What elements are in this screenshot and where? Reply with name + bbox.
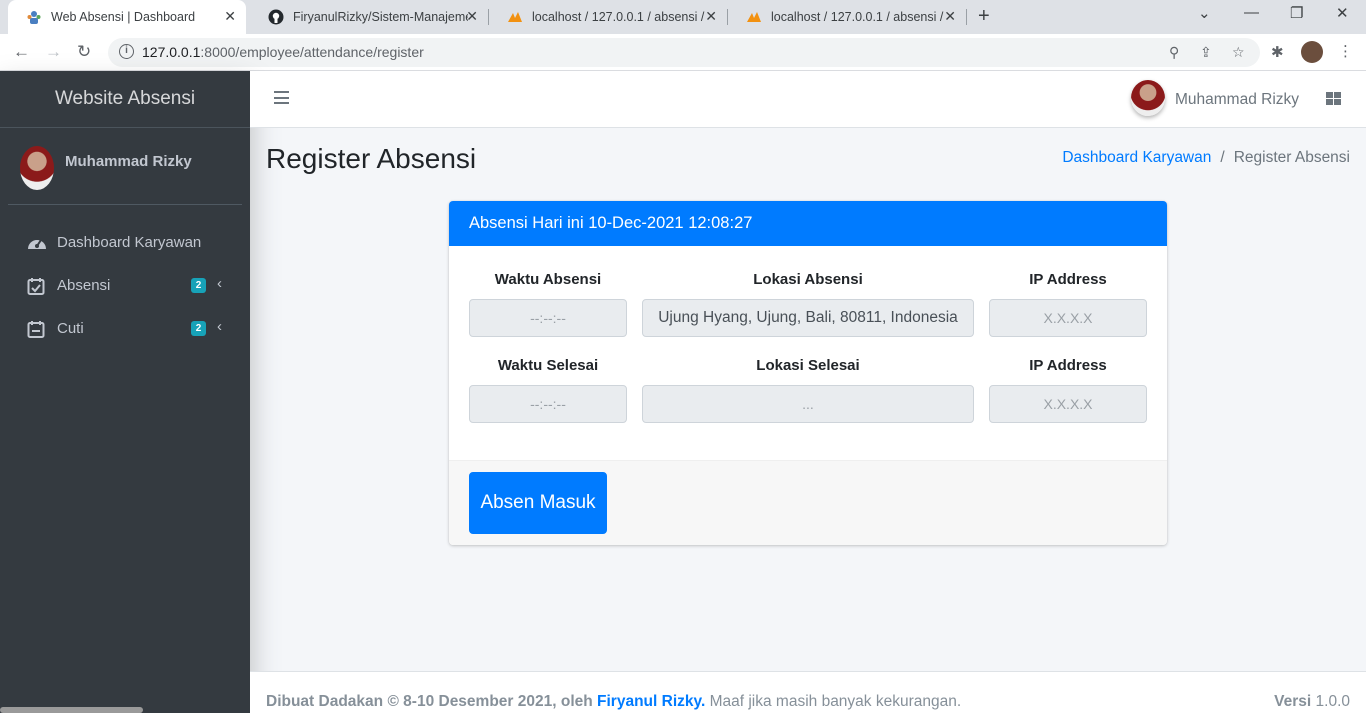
tab-web-absensi[interactable]: Web Absensi | Dashboard ✕ [8,0,246,34]
version-label: Versi [1274,693,1312,710]
chevron-left-icon: ‹ [217,275,222,292]
tab-title: localhost / 127.0.0.1 / absensi / e [771,10,946,24]
time-in-label: Waktu Absensi [494,271,602,288]
user-avatar[interactable] [20,146,54,190]
app-favicon-icon [26,9,42,25]
chevron-left-icon: ‹ [217,318,222,335]
close-tab-icon[interactable]: ✕ [705,8,717,25]
card-title: Absensi Hari ini 10-Dec-2021 12:08:27 [449,201,1167,246]
count-badge: 2 [191,278,206,293]
location-icon[interactable]: ⚲ [1169,44,1179,61]
close-tab-icon[interactable]: ✕ [466,8,478,25]
location-in-label: Lokasi Absensi [753,271,863,288]
ip-out-field: X.X.X.X [989,385,1147,423]
tab-title: FiryanulRizky/Sistem-Manajemen- [293,10,468,24]
hamburger-menu-icon[interactable] [274,91,289,104]
sidebar-item-label: Cuti [57,320,84,337]
breadcrumb: Dashboard Karyawan / Register Absensi [1062,149,1350,167]
tab-github[interactable]: FiryanulRizky/Sistem-Manajemen- ✕ [250,0,488,34]
ip-in-label: IP Address [1029,271,1107,288]
breadcrumb-separator: / [1220,149,1225,166]
new-tab-icon[interactable]: + [978,5,990,28]
count-badge: 2 [191,321,206,336]
user-name[interactable]: Muhammad Rizky [65,153,192,170]
tab-title: localhost / 127.0.0.1 / absensi / a [532,10,707,24]
sidebar-item-label: Dashboard Karyawan [57,234,202,251]
close-window-icon[interactable]: ✕ [1336,4,1349,22]
navbar-user-name[interactable]: Muhammad Rizky [1175,91,1299,109]
breadcrumb-current: Register Absensi [1233,149,1350,166]
grid-apps-icon[interactable] [1326,92,1341,106]
location-out-field: ... [642,385,974,423]
top-navbar: Muhammad Rizky [250,71,1366,128]
card-footer: Absen Masuk [449,460,1167,545]
absen-masuk-button[interactable]: Absen Masuk [469,472,607,534]
sidebar-item-dashboard[interactable]: Dashboard Karyawan [0,221,250,264]
horizontal-scrollbar[interactable] [0,707,143,713]
footer-version: Versi 1.0.0 [1274,693,1350,711]
time-out-field: --:--:-- [469,385,627,423]
footer-credits: Dibuat Dadakan © 8-10 Desember 2021, ole… [266,693,961,711]
reload-icon[interactable]: ↻ [77,42,91,62]
main-footer: Dibuat Dadakan © 8-10 Desember 2021, ole… [250,671,1366,713]
ip-out-label: IP Address [1029,357,1107,374]
back-icon[interactable]: ← [13,42,30,62]
phpmyadmin-icon [746,9,762,25]
tab-title: Web Absensi | Dashboard [51,10,196,24]
profile-avatar[interactable] [1301,41,1323,63]
tab-phpmyadmin-1[interactable]: localhost / 127.0.0.1 / absensi / a ✕ [489,0,727,34]
site-info-icon[interactable]: i [119,44,134,59]
share-icon[interactable]: ⇪ [1200,44,1212,61]
tab-search-icon[interactable]: ⌄ [1198,4,1211,22]
time-out-label: Waktu Selesai [497,357,599,374]
navbar-user-avatar[interactable] [1131,80,1165,116]
location-out-label: Lokasi Selesai [756,357,860,374]
time-in-field: --:--:-- [469,299,627,337]
calendar-check-icon [27,277,47,295]
tab-phpmyadmin-2[interactable]: localhost / 127.0.0.1 / absensi / e ✕ [728,0,966,34]
tachometer-icon [27,234,47,252]
chrome-menu-icon[interactable]: ⋮ [1338,42,1353,60]
breadcrumb-link-dashboard[interactable]: Dashboard Karyawan [1062,149,1211,166]
footer-note: Maaf jika masih banyak kekurangan. [705,693,962,710]
extensions-icon[interactable]: ✱ [1271,43,1284,61]
omnibox[interactable]: i 127.0.0.1:8000/employee/attendance/reg… [108,38,1260,67]
location-in-field: Ujung Hyang, Ujung, Bali, 80811, Indones… [642,299,974,337]
version-number: 1.0.0 [1315,693,1350,710]
browser-tab-strip: Web Absensi | Dashboard ✕ FiryanulRizky/… [0,0,1366,34]
tab-separator [966,9,967,25]
content-header: Register Absensi [266,143,476,175]
user-panel: Muhammad Rizky [8,128,242,205]
ip-in-field: X.X.X.X [989,299,1147,337]
minimize-icon[interactable]: — [1244,4,1259,21]
brand-link[interactable]: Website Absensi [0,71,250,128]
sidebar-menu: Dashboard Karyawan Absensi 2 ‹ Cuti 2 ‹ [0,221,250,350]
close-tab-icon[interactable]: ✕ [944,8,956,25]
url-text[interactable]: 127.0.0.1:8000/employee/attendance/regis… [142,44,424,60]
forward-icon[interactable]: → [45,42,62,62]
sidebar-item-label: Absensi [57,277,111,294]
footer-made-text: Dibuat Dadakan © 8-10 Desember 2021, ole… [266,693,593,710]
bookmark-star-icon[interactable]: ☆ [1232,44,1245,61]
page-title: Register Absensi [266,143,477,174]
phpmyadmin-icon [507,9,523,25]
main-sidebar: Website Absensi Muhammad Rizky Dashboard… [0,71,250,713]
calendar-minus-icon [27,320,47,338]
attendance-card: Absensi Hari ini 10-Dec-2021 12:08:27 Wa… [449,201,1167,545]
footer-author-link[interactable]: Firyanul Rizky. [597,693,705,710]
sidebar-item-cuti[interactable]: Cuti 2 ‹ [0,307,250,350]
close-tab-icon[interactable]: ✕ [224,8,236,25]
restore-icon[interactable]: ❐ [1290,4,1303,22]
address-toolbar: ← → ↻ i 127.0.0.1:8000/employee/attendan… [0,34,1366,71]
github-icon [268,9,284,25]
sidebar-item-absensi[interactable]: Absensi 2 ‹ [0,264,250,307]
